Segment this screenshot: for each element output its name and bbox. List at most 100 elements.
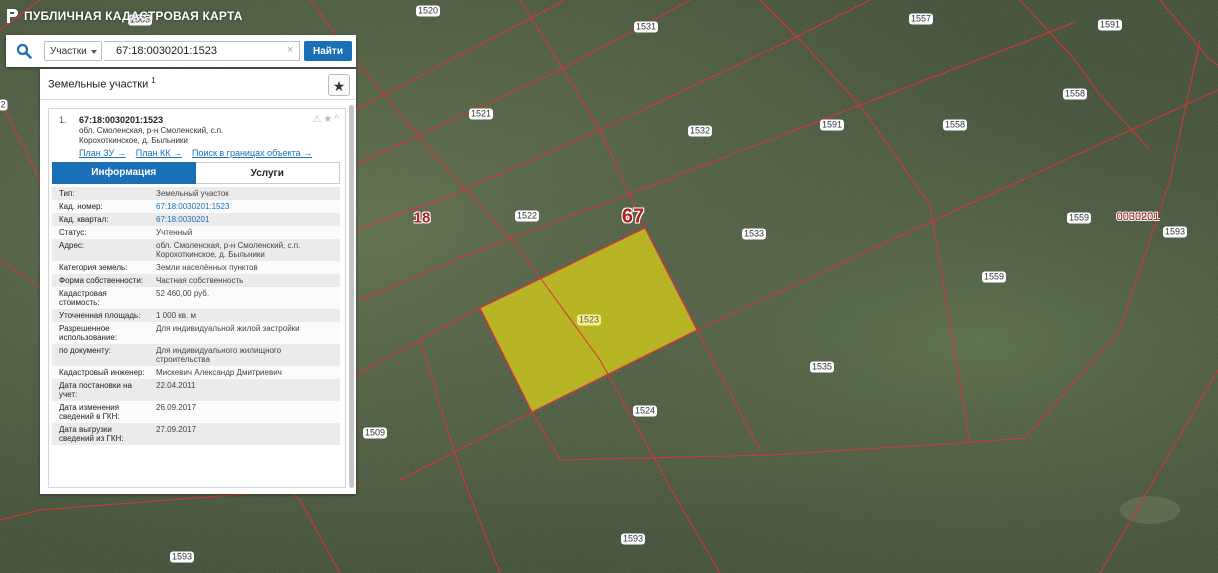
find-button[interactable]: Найти: [304, 41, 352, 61]
tab-services[interactable]: Услуги: [195, 162, 340, 184]
info-key: Дата постановки на учет:: [52, 379, 149, 401]
info-key: Кад. номер:: [52, 200, 149, 213]
info-value: Для индивидуального жилищного строительс…: [149, 344, 340, 366]
info-value: Мискевич Александр Дмитриевич: [149, 366, 340, 379]
info-row: Уточненная площадь: 1 000 кв. м: [52, 309, 340, 322]
parcel-label: 1520: [415, 5, 441, 17]
region-label: 67: [621, 205, 645, 228]
info-table: Тип: Земельный участок Кад. номер: 67:18:00…: [52, 187, 340, 445]
info-key: Кадастровый инженер:: [52, 366, 149, 379]
app-title: ПУБЛИЧНАЯ КАДАСТРОВАЯ КАРТА: [24, 9, 243, 23]
result-number: 1.: [59, 115, 67, 125]
parcel-label: 1559: [1066, 212, 1092, 224]
search-input[interactable]: [104, 41, 300, 61]
info-value: Для индивидуальной жилой застройки: [149, 322, 340, 344]
tab-information[interactable]: Информация: [52, 162, 196, 184]
info-value: Учтенный: [149, 226, 340, 239]
info-key: по документу:: [52, 344, 149, 366]
results-count: 1: [151, 76, 156, 85]
collapse-icon[interactable]: ^: [334, 114, 339, 125]
info-value: 22.04.2011: [149, 379, 340, 401]
app-header: ПУБЛИЧНАЯ КАДАСТРОВАЯ КАРТА: [6, 9, 243, 23]
info-row: Дата изменения сведений в ГКН: 26.09.2017: [52, 401, 340, 423]
search-type-select[interactable]: Участки: [44, 41, 102, 61]
panel-title: Земельные участки 1: [48, 76, 156, 91]
info-row: по документу: Для индивидуального жилищно…: [52, 344, 340, 366]
info-key: Разрешенное использование:: [52, 322, 149, 344]
info-value[interactable]: 67:18:0030201:1523: [149, 200, 340, 213]
parcel-label: 1522: [514, 210, 540, 222]
result-cadastral-number[interactable]: 67:18:0030201:1523: [79, 115, 163, 125]
info-key: Кад. квартал:: [52, 213, 149, 226]
info-row: Адрес: обл. Смоленская, р-н Смоленский, с…: [52, 239, 340, 261]
search-in-bounds-link[interactable]: Поиск в границах объекта →: [192, 148, 312, 158]
plan-kk-link[interactable]: План КК →: [136, 148, 182, 158]
info-key: Адрес:: [52, 239, 149, 261]
parcel-label: 1593: [1162, 226, 1188, 238]
info-row: Кад. квартал: 67:18:0030201: [52, 213, 340, 226]
results-panel: Земельные участки 1 ★ 1. 67:18:0030201:1…: [40, 69, 356, 494]
warning-icon[interactable]: ⚠: [312, 114, 321, 125]
search-type-label: Участки: [50, 46, 87, 57]
parcel-label: 1532: [687, 125, 713, 137]
parcel-label: 1557: [908, 13, 934, 25]
panel-divider: [40, 99, 356, 100]
clear-icon[interactable]: ×: [287, 44, 293, 56]
parcel-label: 1531: [633, 21, 659, 33]
panel-title-text: Земельные участки: [48, 78, 149, 91]
info-row: Кадастровый инженер: Мискевич Александр Д…: [52, 366, 340, 379]
scrollbar[interactable]: [349, 105, 354, 488]
result-card[interactable]: 1. 67:18:0030201:1523 обл. Смоленская, р…: [48, 108, 346, 488]
parcel-label: 1593: [620, 533, 646, 545]
plan-zu-link[interactable]: План ЗУ →: [79, 148, 126, 158]
selected-parcel-label: 1523: [576, 314, 602, 326]
clearing-patch: [1120, 496, 1180, 524]
info-key: Категория земель:: [52, 261, 149, 274]
search-icon[interactable]: [16, 43, 32, 59]
district-label: 18: [413, 209, 431, 227]
info-row: Категория земель: Земли населённых пункто…: [52, 261, 340, 274]
parcel-label: 1521: [468, 108, 494, 120]
parcel-label: 1591: [819, 119, 845, 131]
search-bar: Участки × Найти: [6, 35, 356, 67]
star-icon: ★: [332, 78, 346, 94]
info-row: Статус: Учтенный: [52, 226, 340, 239]
info-key: Дата выгрузки сведений из ГКН:: [52, 423, 149, 445]
info-key: Кадастровая стоимость:: [52, 287, 149, 309]
info-value: Земли населённых пунктов: [149, 261, 340, 274]
info-row: Дата выгрузки сведений из ГКН: 27.09.2017: [52, 423, 340, 445]
info-key: Дата изменения сведений в ГКН:: [52, 401, 149, 423]
quarter-label: 0030201: [1116, 211, 1160, 223]
info-row: Кадастровая стоимость: 52 460,00 руб.: [52, 287, 340, 309]
info-row: Тип: Земельный участок: [52, 187, 340, 200]
info-key: Тип:: [52, 187, 149, 200]
card-actions: ⚠ ★ ^: [312, 114, 339, 125]
info-row: Форма собственности: Частная собственност…: [52, 274, 340, 287]
info-key: Статус:: [52, 226, 149, 239]
parcel-label: 1533: [741, 228, 767, 240]
result-links: План ЗУ → План КК → Поиск в границах объ…: [79, 148, 312, 158]
parcel-label: 1591: [1097, 19, 1123, 31]
info-value: 1 000 кв. м: [149, 309, 340, 322]
chevron-down-icon: [91, 50, 97, 54]
parcel-label: 1558: [942, 119, 968, 131]
favorite-button[interactable]: ★: [328, 74, 350, 96]
info-row: Кад. номер: 67:18:0030201:1523: [52, 200, 340, 213]
info-value[interactable]: 67:18:0030201: [149, 213, 340, 226]
parcel-label: 1535: [809, 361, 835, 373]
star-icon[interactable]: ★: [323, 114, 332, 125]
info-key: Форма собственности:: [52, 274, 149, 287]
info-row: Дата постановки на учет: 22.04.2011: [52, 379, 340, 401]
parcel-label: 1524: [632, 405, 658, 417]
parcel-label: 2: [0, 99, 8, 111]
scrollbar-thumb[interactable]: [349, 105, 354, 488]
result-tabs: Информация Услуги: [52, 162, 340, 184]
info-value: Земельный участок: [149, 187, 340, 200]
info-value: 27.09.2017: [149, 423, 340, 445]
parcel-label: 1559: [981, 271, 1007, 283]
info-key: Уточненная площадь:: [52, 309, 149, 322]
app-logo-icon: [6, 9, 18, 23]
info-value: 52 460,00 руб.: [149, 287, 340, 309]
parcel-label: 1593: [169, 551, 195, 563]
info-value: 26.09.2017: [149, 401, 340, 423]
